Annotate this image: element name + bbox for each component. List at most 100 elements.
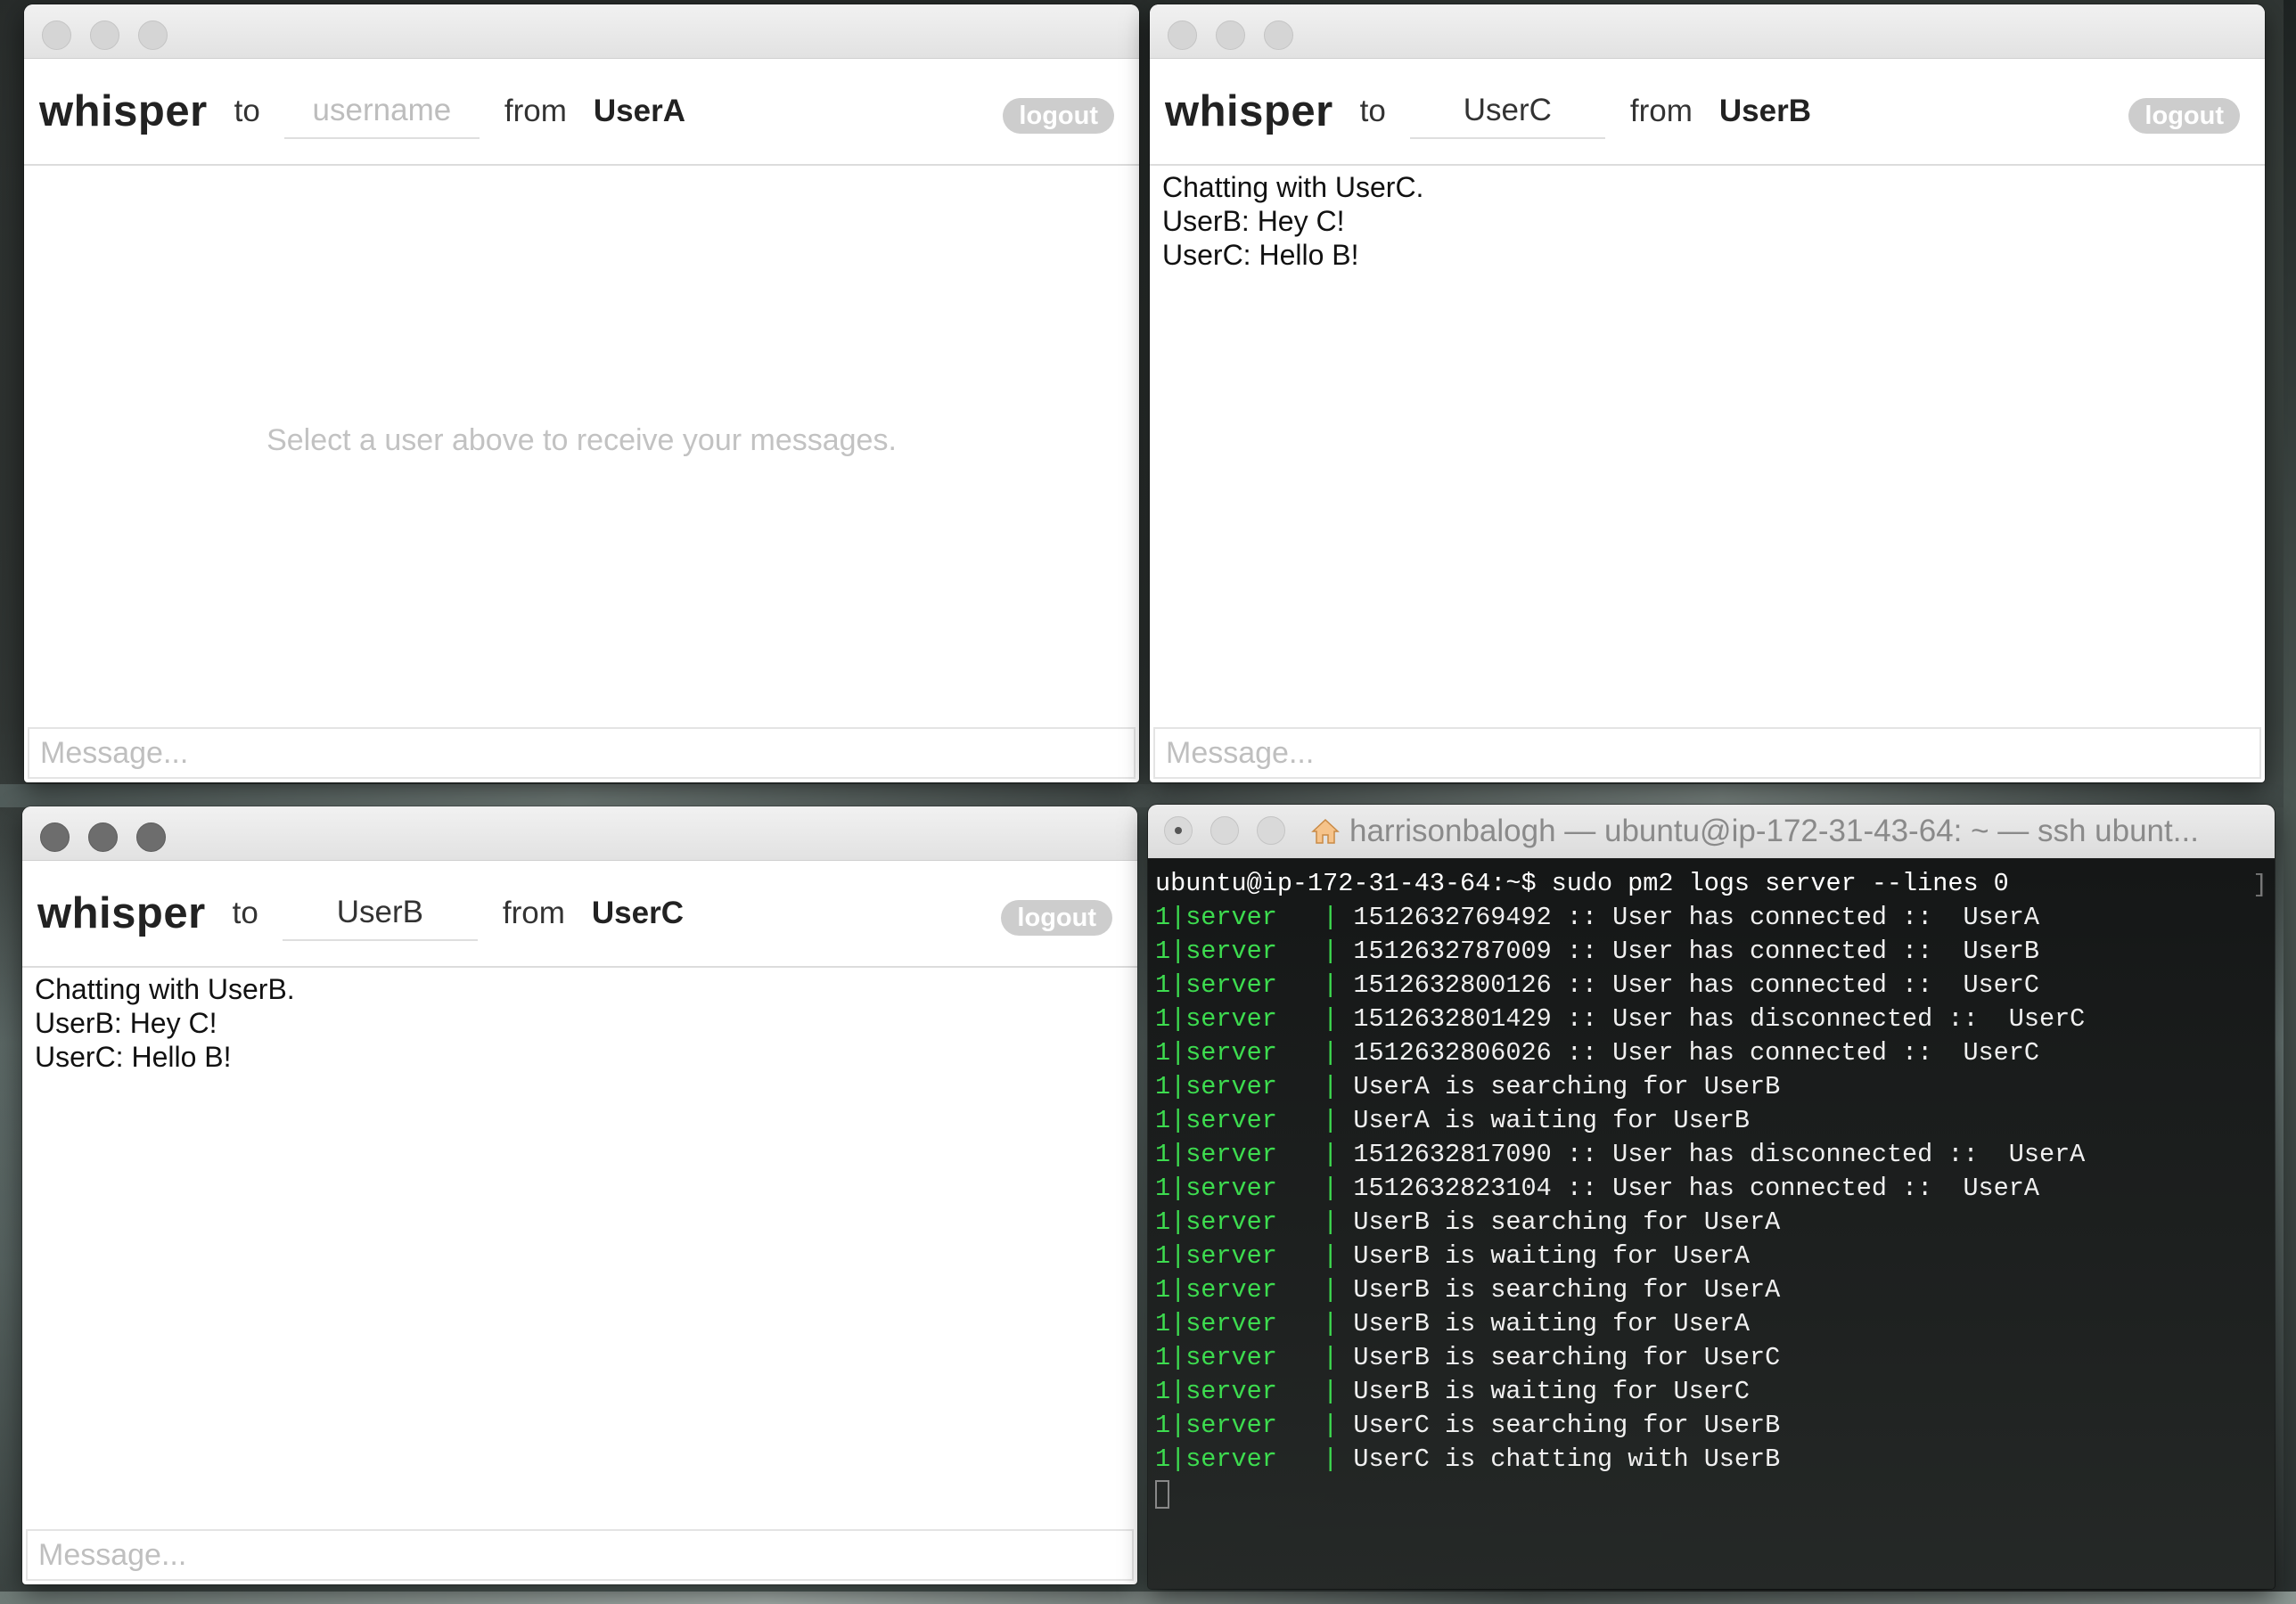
message-area: Select a user above to receive your mess…: [24, 165, 1139, 720]
terminal-title: harrisonbalogh — ubuntu@ip-172-31-43-64:…: [1310, 814, 2199, 849]
log-process-prefix: 1|server |: [1155, 903, 1354, 932]
minimize-window-button[interactable]: [88, 822, 118, 852]
current-user: UserC: [591, 896, 684, 930]
app-brand: whisper: [39, 87, 208, 135]
shell-prompt-line: ubuntu@ip-172-31-43-64:~$ sudo pm2 logs …: [1155, 869, 2009, 898]
terminal-cursor: [1155, 1480, 1169, 1509]
message-area: Chatting with UserB. UserB: Hey C! UserC…: [22, 967, 1137, 1522]
log-process-prefix: 1|server |: [1155, 1411, 1354, 1440]
window-controls: [40, 822, 166, 852]
log-line: 1|server | UserB is waiting for UserC: [1155, 1375, 2275, 1409]
from-label: from: [1629, 94, 1693, 128]
log-process-prefix: 1|server |: [1155, 937, 1354, 966]
log-process-prefix: 1|server |: [1155, 1207, 1354, 1237]
from-label: from: [502, 896, 565, 930]
recipient-input[interactable]: [1409, 84, 1605, 139]
chat-window-userb: whisper to from UserB logout Chatting wi…: [1150, 4, 2265, 782]
logout-button[interactable]: logout: [2128, 98, 2240, 134]
close-window-button[interactable]: [42, 20, 71, 50]
log-message: UserC is chatting with UserB: [1353, 1444, 1781, 1474]
logout-button[interactable]: logout: [1001, 900, 1112, 936]
window-controls: [1168, 20, 1293, 50]
log-message: UserC is searching for UserB: [1353, 1411, 1781, 1440]
log-process-prefix: 1|server |: [1155, 1004, 1354, 1034]
message-input[interactable]: [29, 729, 1134, 777]
log-line: 1|server | UserC is searching for UserB: [1155, 1409, 2275, 1443]
log-process-prefix: 1|server |: [1155, 1174, 1354, 1203]
message-line: Chatting with UserB.: [35, 973, 295, 1005]
terminal-title-text: harrisonbalogh — ubuntu@ip-172-31-43-64:…: [1349, 814, 2199, 848]
log-line: 1|server | UserB is waiting for UserA: [1155, 1307, 2275, 1341]
log-message: 1512632823104 :: User has connected :: U…: [1353, 1174, 2039, 1203]
window-titlebar[interactable]: [22, 806, 1137, 861]
log-message: UserB is waiting for UserC: [1353, 1377, 1751, 1406]
log-message: 1512632806026 :: User has connected :: U…: [1353, 1038, 2039, 1068]
log-line: 1|server | 1512632801429 :: User has dis…: [1155, 1002, 2275, 1036]
desktop-bottom-edge: [0, 1592, 2296, 1604]
log-process-prefix: 1|server |: [1155, 1241, 1354, 1271]
message-line: Chatting with UserC.: [1162, 171, 1424, 203]
log-line: 1|server | UserC is chatting with UserB: [1155, 1443, 2275, 1477]
recipient-input[interactable]: [283, 84, 480, 139]
terminal-window: harrisonbalogh — ubuntu@ip-172-31-43-64:…: [1148, 805, 2275, 1589]
minimize-window-button[interactable]: [1216, 20, 1245, 50]
log-message: 1512632769492 :: User has connected :: U…: [1353, 903, 2039, 932]
minimize-window-button[interactable]: [1210, 816, 1239, 845]
log-process-prefix: 1|server |: [1155, 970, 1354, 1000]
message-line: UserB: Hey C!: [35, 1007, 217, 1039]
log-process-prefix: 1|server |: [1155, 1072, 1354, 1101]
log-process-prefix: 1|server |: [1155, 1106, 1354, 1135]
chat-header: whisper to from UserA logout: [24, 59, 1139, 166]
terminal-output[interactable]: ubuntu@ip-172-31-43-64:~$ sudo pm2 logs …: [1148, 858, 2275, 1589]
message-line: UserC: Hello B!: [1162, 239, 1359, 271]
zoom-window-button[interactable]: [1264, 20, 1293, 50]
zoom-window-button[interactable]: [1257, 816, 1285, 845]
compose-box: [28, 727, 1136, 779]
logout-button[interactable]: logout: [1003, 98, 1114, 134]
from-label: from: [504, 94, 567, 128]
compose-box: [26, 1529, 1134, 1581]
zoom-window-button[interactable]: [138, 20, 168, 50]
close-window-button[interactable]: [1164, 816, 1193, 845]
log-line: 1|server | UserA is waiting for UserB: [1155, 1104, 2275, 1138]
log-message: 1512632817090 :: User has disconnected :…: [1353, 1140, 2086, 1169]
terminal-titlebar[interactable]: harrisonbalogh — ubuntu@ip-172-31-43-64:…: [1148, 805, 2275, 859]
to-label: to: [234, 94, 260, 128]
log-message: 1512632801429 :: User has disconnected :…: [1353, 1004, 2086, 1034]
log-line: 1|server | 1512632823104 :: User has con…: [1155, 1172, 2275, 1206]
log-process-prefix: 1|server |: [1155, 1377, 1354, 1406]
log-line: 1|server | UserB is searching for UserC: [1155, 1341, 2275, 1375]
log-line: 1|server | 1512632787009 :: User has con…: [1155, 935, 2275, 969]
log-process-prefix: 1|server |: [1155, 1038, 1354, 1068]
message-line: UserB: Hey C!: [1162, 205, 1345, 237]
window-controls: [42, 20, 168, 50]
log-process-prefix: 1|server |: [1155, 1275, 1354, 1305]
close-window-button[interactable]: [1168, 20, 1197, 50]
chat-header: whisper to from UserC logout: [22, 861, 1137, 968]
log-message: UserB is searching for UserA: [1353, 1275, 1781, 1305]
chat-header: whisper to from UserB logout: [1150, 59, 2265, 166]
message-area: Chatting with UserC. UserB: Hey C! UserC…: [1150, 165, 2265, 720]
current-user: UserB: [1718, 94, 1811, 128]
log-line: 1|server | UserB is searching for UserA: [1155, 1206, 2275, 1240]
window-titlebar[interactable]: [24, 4, 1139, 59]
log-process-prefix: 1|server |: [1155, 1309, 1354, 1338]
log-message: UserB is waiting for UserA: [1353, 1309, 1751, 1338]
zoom-window-button[interactable]: [136, 822, 166, 852]
desktop-right-edge: [2284, 0, 2296, 1604]
log-line: 1|server | UserB is waiting for UserA: [1155, 1240, 2275, 1273]
log-message: UserB is searching for UserA: [1353, 1207, 1781, 1237]
message-line: UserC: Hello B!: [35, 1041, 232, 1073]
minimize-window-button[interactable]: [90, 20, 119, 50]
log-line: 1|server | 1512632769492 :: User has con…: [1155, 901, 2275, 935]
recipient-input[interactable]: [282, 886, 478, 941]
close-window-button[interactable]: [40, 822, 70, 852]
chat-window-userc: whisper to from UserC logout Chatting wi…: [22, 806, 1137, 1584]
message-input[interactable]: [28, 1531, 1132, 1579]
log-message: 1512632800126 :: User has connected :: U…: [1353, 970, 2039, 1000]
to-label: to: [232, 896, 258, 930]
log-message: UserA is searching for UserB: [1353, 1072, 1781, 1101]
to-label: to: [1359, 94, 1386, 128]
message-input[interactable]: [1155, 729, 2259, 777]
window-titlebar[interactable]: [1150, 4, 2265, 59]
